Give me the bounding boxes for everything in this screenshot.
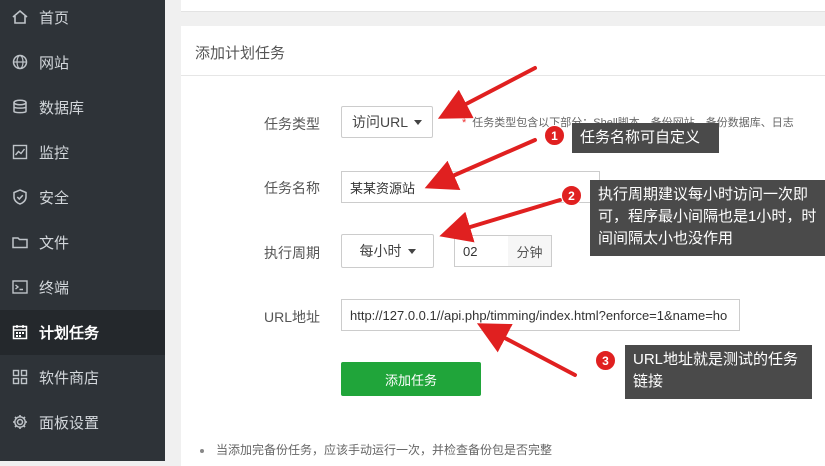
sidebar-item-label: 终端	[39, 280, 70, 297]
folder-icon	[11, 233, 29, 251]
database-icon	[11, 98, 29, 116]
annotation-callout-1: 任务名称可自定义	[572, 123, 719, 153]
annotation-badge-2: 2	[561, 185, 582, 206]
backup-note-text: 当添加完备份任务，应该手动运行一次，并检查备份包是否完整	[216, 443, 553, 457]
globe-icon	[11, 53, 29, 71]
sidebar-item-settings[interactable]: 面板设置	[0, 400, 165, 445]
sidebar-item-label: 面板设置	[39, 415, 100, 432]
gear-icon	[11, 413, 29, 431]
url-input[interactable]	[341, 299, 740, 331]
task-name-label: 任务名称	[264, 180, 320, 196]
url-label: URL地址	[263, 309, 320, 325]
top-card	[181, 0, 825, 12]
caret-down-icon	[414, 119, 422, 125]
minute-input[interactable]	[454, 235, 509, 267]
period-value: 每小时	[359, 243, 402, 259]
task-type-value: 访问URL	[351, 114, 408, 130]
sidebar-item-label: 计划任务	[39, 325, 100, 342]
task-type-select[interactable]: 访问URL	[341, 106, 433, 138]
sidebar-item-label: 首页	[39, 10, 70, 27]
period-select[interactable]: 每小时	[341, 234, 434, 268]
calendar-icon	[11, 323, 29, 341]
sidebar-item-database[interactable]: 数据库	[0, 85, 165, 130]
sidebar-item-cron[interactable]: 计划任务	[0, 310, 165, 355]
sidebar-item-monitor[interactable]: 监控	[0, 130, 165, 175]
annotation-badge-3: 3	[595, 350, 616, 371]
divider	[181, 75, 825, 76]
bullet-dot	[200, 448, 204, 453]
task-type-label: 任务类型	[264, 116, 320, 132]
sidebar-item-website[interactable]: 网站	[0, 40, 165, 85]
sidebar-item-files[interactable]: 文件	[0, 220, 165, 265]
home-icon	[11, 8, 29, 26]
add-task-button[interactable]: 添加任务	[341, 362, 481, 396]
sidebar-item-home[interactable]: 首页	[0, 0, 165, 40]
shield-icon	[11, 188, 29, 206]
required-star: *	[462, 117, 467, 129]
period-label: 执行周期	[264, 245, 320, 261]
annotation-callout-3: URL地址就是测试的任务链接	[625, 345, 812, 399]
sidebar-item-label: 监控	[39, 145, 70, 162]
caret-down-icon	[407, 248, 416, 254]
sidebar-item-label: 软件商店	[39, 370, 100, 387]
sidebar-item-security[interactable]: 安全	[0, 175, 165, 220]
backup-note: 当添加完备份任务，应该手动运行一次，并检查备份包是否完整	[200, 441, 552, 458]
sidebar-item-label: 文件	[39, 235, 70, 252]
sidebar: 首页 网站 数据库 监控 安全 文件 终端 计划任务 软件商店 面板设置	[0, 0, 165, 461]
monitor-chart-icon	[11, 143, 29, 161]
sidebar-item-app-store[interactable]: 软件商店	[0, 355, 165, 400]
annotation-badge-1: 1	[544, 125, 565, 146]
grid-icon	[11, 368, 29, 386]
sidebar-item-label: 网站	[39, 55, 70, 72]
minute-unit: 分钟	[508, 235, 552, 267]
terminal-icon	[11, 278, 29, 296]
sidebar-item-terminal[interactable]: 终端	[0, 265, 165, 310]
sidebar-item-label: 数据库	[39, 100, 85, 117]
panel-title: 添加计划任务	[195, 45, 286, 62]
sidebar-item-label: 安全	[39, 190, 70, 207]
annotation-callout-2: 执行周期建议每小时访问一次即可，程序最小间隔也是1小时，时间间隔太小也没作用	[590, 180, 825, 256]
